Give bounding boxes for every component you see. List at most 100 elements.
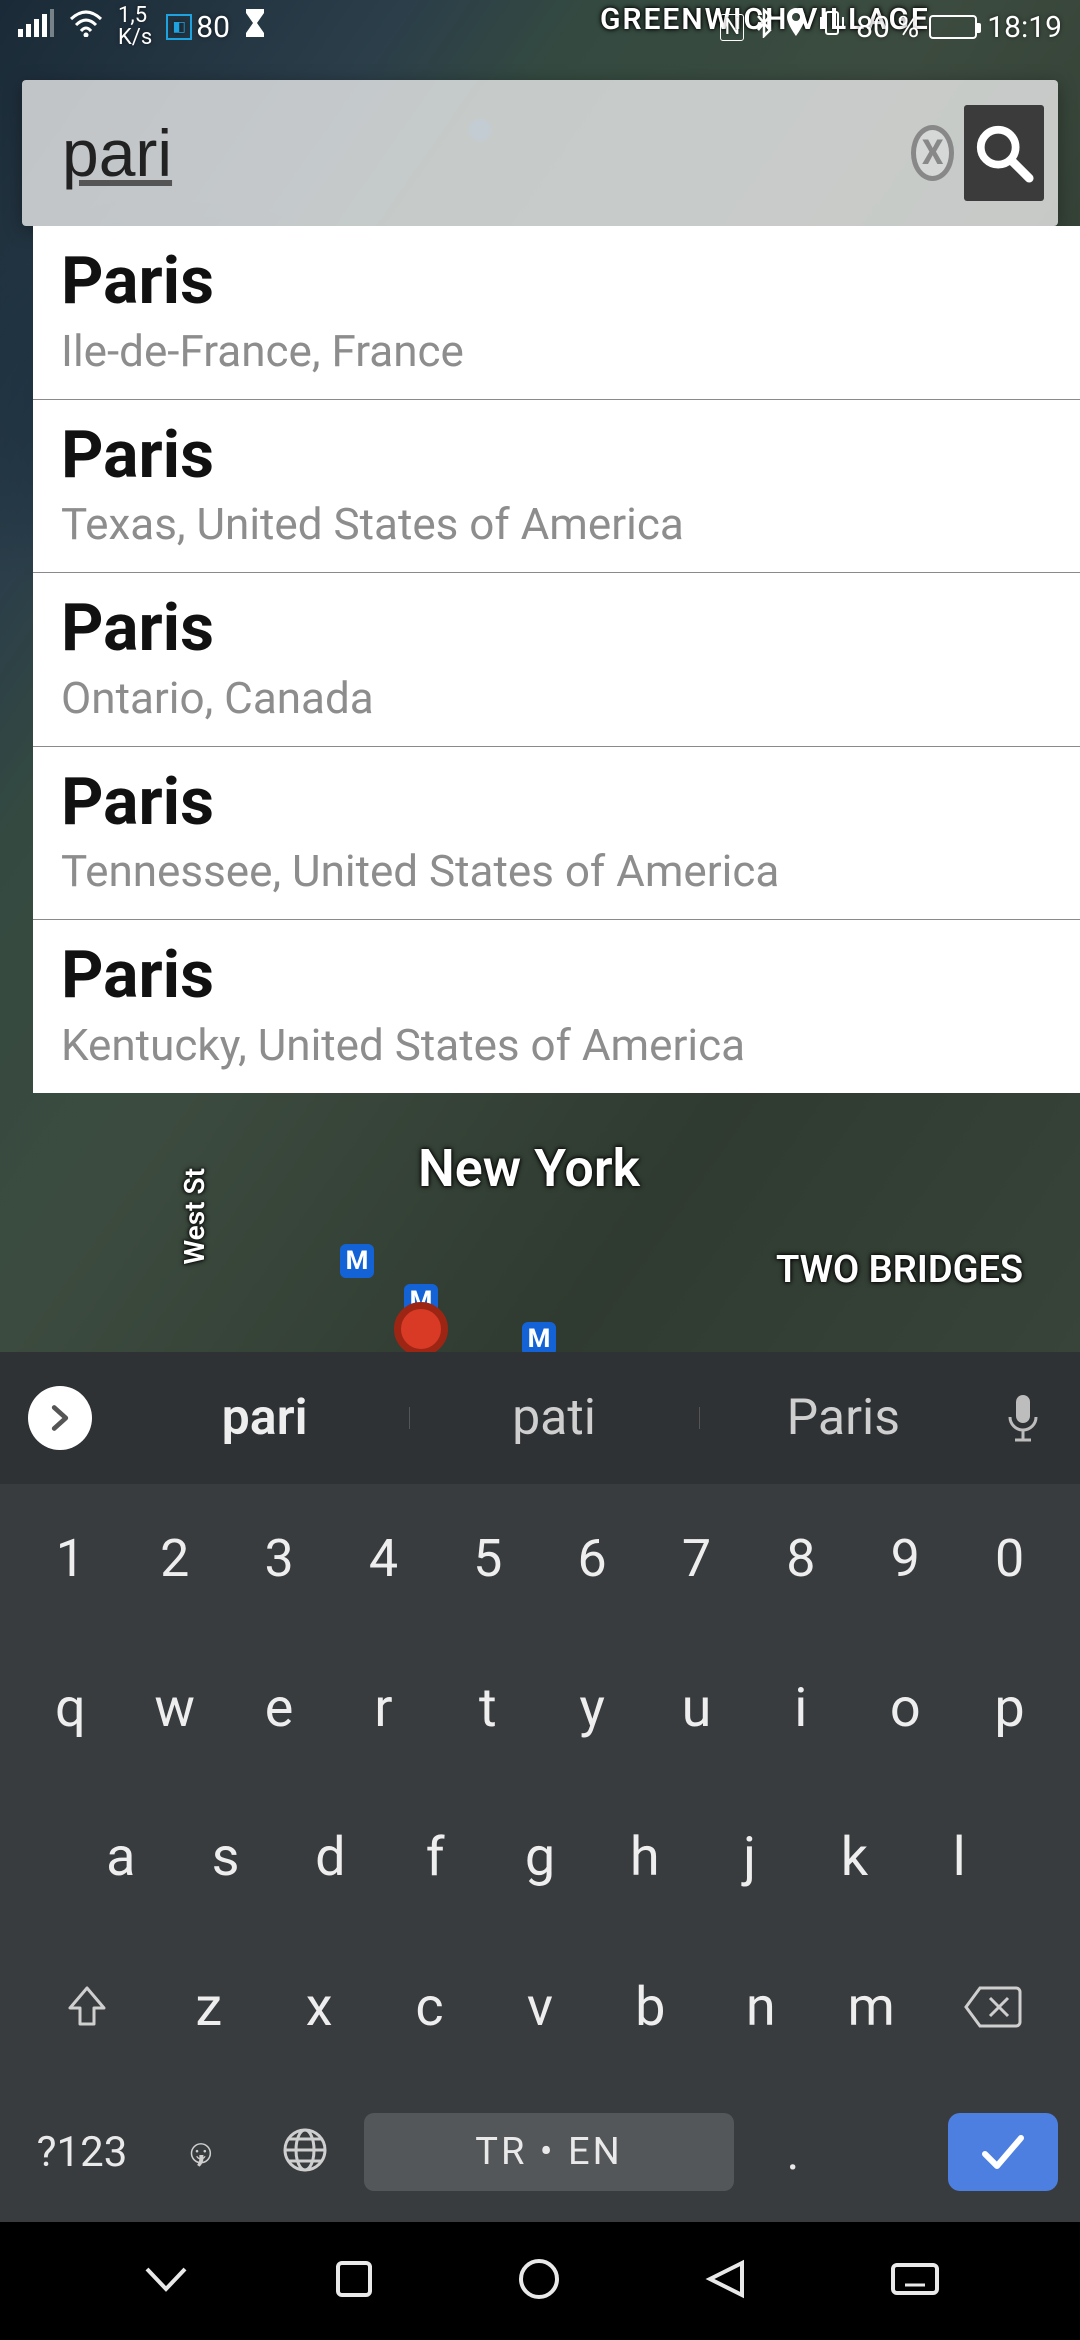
map-label-newyork: New York [418, 1138, 640, 1199]
key-3[interactable]: 3 [235, 1504, 323, 1614]
key-v[interactable]: v [496, 1952, 584, 2062]
key-w[interactable]: w [131, 1653, 219, 1763]
key-b[interactable]: b [606, 1952, 694, 2062]
key-z[interactable]: z [165, 1952, 253, 2062]
key-f[interactable]: f [391, 1803, 479, 1913]
spacebar-key[interactable]: TR • EN [364, 2113, 734, 2191]
key-l[interactable]: l [915, 1803, 1003, 1913]
keyboard-suggestion-bar: pari pati Paris [0, 1352, 1080, 1484]
microphone-icon [1003, 1393, 1043, 1443]
status-bar: 1,5K/s ◧ 80 N 80 % 1 [0, 0, 1080, 54]
keyboard-suggestion[interactable]: pati [409, 1389, 698, 1447]
enter-key[interactable] [948, 2113, 1058, 2191]
clock: 18:19 [987, 10, 1062, 45]
key-h[interactable]: h [601, 1803, 689, 1913]
key-j[interactable]: j [706, 1803, 794, 1913]
voice-input-button[interactable] [988, 1393, 1058, 1443]
suggestion-title: Paris [61, 420, 1052, 493]
key-q[interactable]: q [26, 1653, 114, 1763]
nav-home-button[interactable] [515, 2255, 563, 2307]
backspace-icon [962, 1984, 1024, 2030]
suggestion-item[interactable]: Paris Ontario, Canada [33, 573, 1080, 747]
key-e[interactable]: e [235, 1653, 323, 1763]
suggestion-title: Paris [61, 940, 1052, 1013]
hourglass-icon [244, 9, 266, 45]
suggestion-item[interactable]: Paris Tennessee, United States of Americ… [33, 747, 1080, 921]
key-t[interactable]: t [444, 1653, 532, 1763]
signal-icon [18, 9, 54, 45]
key-p[interactable]: p [966, 1653, 1054, 1763]
wifi-icon [68, 9, 104, 45]
suggestion-subtitle: Ile-de-France, France [61, 325, 1052, 377]
nav-recents-button[interactable] [332, 2257, 376, 2305]
suggestion-item[interactable]: Paris Ile-de-France, France [33, 226, 1080, 400]
bluetooth-icon [754, 8, 774, 46]
data-counter-icon: ◧ 80 [166, 10, 230, 45]
key-8[interactable]: 8 [757, 1504, 845, 1614]
key-1[interactable]: 1 [26, 1504, 114, 1614]
shift-key[interactable] [32, 1952, 142, 2062]
comma-label: , [156, 2118, 246, 2172]
suggestion-title: Paris [61, 767, 1052, 840]
key-r[interactable]: r [339, 1653, 427, 1763]
keyboard-row-numbers: 1 2 3 4 5 6 7 8 9 0 [0, 1484, 1080, 1634]
keyboard-icon [889, 2259, 941, 2299]
backspace-key[interactable] [938, 1952, 1048, 2062]
square-icon [332, 2257, 376, 2301]
key-9[interactable]: 9 [861, 1504, 949, 1614]
key-k[interactable]: k [810, 1803, 898, 1913]
nav-back-button[interactable] [702, 2257, 750, 2305]
key-2[interactable]: 2 [131, 1504, 219, 1614]
suggestion-subtitle: Texas, United States of America [61, 498, 1052, 550]
key-c[interactable]: c [386, 1952, 474, 2062]
nav-keyboard-button[interactable] [889, 2259, 941, 2303]
key-4[interactable]: 4 [339, 1504, 427, 1614]
period-key[interactable]: . [748, 2124, 838, 2181]
keyboard-row-3: z x c v b n m [0, 1933, 1080, 2083]
suggestion-title: Paris [61, 246, 1052, 319]
circle-icon [515, 2255, 563, 2303]
key-7[interactable]: 7 [653, 1504, 741, 1614]
key-g[interactable]: g [496, 1803, 584, 1913]
key-n[interactable]: n [717, 1952, 805, 2062]
keyboard-suggestion[interactable]: pari [120, 1389, 409, 1447]
expand-suggestions-button[interactable] [28, 1386, 92, 1450]
key-a[interactable]: a [77, 1803, 165, 1913]
globe-icon [280, 2125, 330, 2175]
keyboard: pari pati Paris 1 2 3 4 5 6 7 8 9 0 q w … [0, 1352, 1080, 2222]
language-switch-key[interactable] [260, 2125, 350, 2179]
metro-icon: M [522, 1322, 556, 1356]
check-icon [979, 2132, 1027, 2172]
key-o[interactable]: o [861, 1653, 949, 1763]
key-6[interactable]: 6 [548, 1504, 636, 1614]
close-icon: X [922, 133, 944, 173]
chevron-right-icon [46, 1404, 74, 1432]
search-input[interactable] [62, 115, 911, 191]
suggestion-item[interactable]: Paris Kentucky, United States of America [33, 920, 1080, 1093]
key-x[interactable]: x [275, 1952, 363, 2062]
nav-hide-keyboard-button[interactable] [139, 2259, 193, 2303]
key-5[interactable]: 5 [444, 1504, 532, 1614]
keyboard-row-bottom: ?123 ☺ , TR • EN . [0, 2082, 1080, 2222]
shift-icon [62, 1982, 112, 2032]
clear-search-button[interactable]: X [911, 125, 954, 181]
key-0[interactable]: 0 [966, 1504, 1054, 1614]
suggestion-subtitle: Ontario, Canada [61, 672, 1052, 724]
key-d[interactable]: d [286, 1803, 374, 1913]
suggestion-item[interactable]: Paris Texas, United States of America [33, 400, 1080, 574]
key-u[interactable]: u [653, 1653, 741, 1763]
search-icon [973, 122, 1035, 184]
key-y[interactable]: y [548, 1653, 636, 1763]
key-i[interactable]: i [757, 1653, 845, 1763]
keyboard-row-1: q w e r t y u i o p [0, 1634, 1080, 1784]
keyboard-row-2: a s d f g h j k l [0, 1783, 1080, 1933]
key-s[interactable]: s [182, 1803, 270, 1913]
symbols-key[interactable]: ?123 [22, 2128, 142, 2177]
emoji-key[interactable]: ☺ , [156, 2132, 246, 2172]
key-m[interactable]: m [827, 1952, 915, 2062]
keyboard-suggestion[interactable]: Paris [699, 1389, 988, 1447]
search-button[interactable] [964, 105, 1044, 201]
search-suggestions: Paris Ile-de-France, France Paris Texas,… [33, 226, 1080, 1093]
chevron-down-icon [139, 2259, 193, 2299]
location-marker-icon [394, 1302, 448, 1356]
